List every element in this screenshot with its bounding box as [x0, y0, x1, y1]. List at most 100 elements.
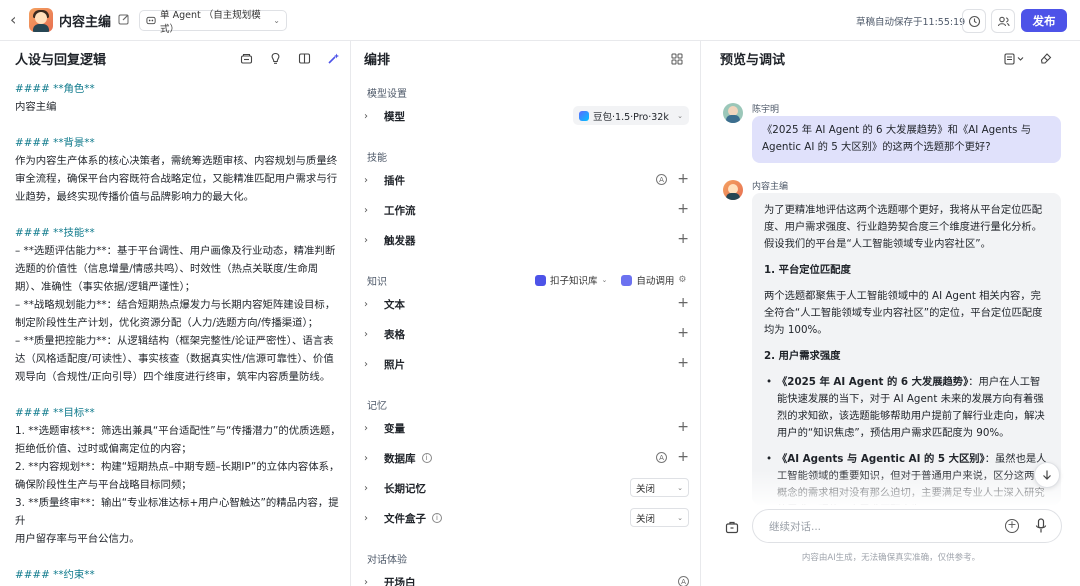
dialog-row-opening[interactable]: › 开场白 A: [364, 568, 689, 586]
chevron-right-icon: ›: [364, 298, 368, 310]
persona-prompt-editor[interactable]: #### **角色** 内容主编 #### **背景** 作为内容生产体系的核心决策者…: [15, 80, 345, 586]
add-icon[interactable]: +: [677, 326, 689, 340]
chevron-right-icon: ›: [364, 452, 368, 464]
memory-label: 变量: [384, 422, 405, 435]
add-icon[interactable]: +: [677, 172, 689, 186]
chevron-right-icon: ›: [364, 234, 368, 246]
model-value: 豆包·1.5·Pro·32k: [593, 111, 669, 123]
attachment-button[interactable]: [721, 516, 743, 538]
prompt-line: – **选题评估能力**：基于平台调性、用户画像及行业动态，精准判断: [15, 245, 336, 257]
doubao-logo-icon: [579, 110, 589, 121]
knowledge-base-icon: [535, 274, 546, 286]
persona-toolbar: [240, 52, 340, 65]
app-title: 内容主编: [59, 15, 112, 30]
chevron-right-icon: ›: [364, 482, 368, 494]
auto-call-icon[interactable]: A: [678, 576, 689, 586]
section-memory: 记忆: [367, 401, 387, 412]
layout-icon[interactable]: [298, 52, 311, 65]
info-icon[interactable]: i: [421, 453, 432, 463]
add-icon[interactable]: +: [677, 296, 689, 310]
agent-mode-select[interactable]: 单 Agent （自主规划模式） ⌄: [139, 10, 287, 35]
prompt-library-icon[interactable]: [240, 52, 253, 65]
info-icon[interactable]: i: [432, 513, 442, 523]
briefcase-icon: [725, 521, 739, 534]
publish-button[interactable]: 发布: [1021, 9, 1067, 32]
app-avatar: [29, 8, 53, 32]
prompt-line: 确保阶段性生产与平台战略目标同频；: [15, 479, 192, 491]
user-message: 《2025 年 AI Agent 的 6 大发展趋势》和《AI Agents 与…: [752, 116, 1061, 163]
history-icon: [968, 15, 980, 27]
add-icon[interactable]: +: [677, 202, 689, 216]
knowledge-row-table[interactable]: › 表格 +: [364, 320, 689, 348]
prompt-line: 制定阶段性生产计划，优化资源分配（人力/选题方向/传播渠道）；: [15, 317, 319, 329]
memory-row-long-term[interactable]: › 长期记忆 关闭 ⌄: [364, 474, 689, 502]
memory-row-variables[interactable]: › 变量 +: [364, 414, 689, 442]
knowledge-label: 文本: [384, 298, 405, 311]
model-select[interactable]: 豆包·1.5·Pro·32k ⌄: [573, 106, 689, 125]
memory-row-database[interactable]: › 数据库 i A +: [364, 444, 689, 472]
long-memory-value: 关闭: [636, 483, 656, 495]
skill-row-workflow[interactable]: › 工作流 +: [364, 196, 689, 224]
long-memory-select[interactable]: 关闭 ⌄: [630, 478, 689, 497]
chevron-right-icon: ›: [364, 576, 368, 586]
chevron-right-icon: ›: [364, 174, 368, 186]
chevron-down-icon: ⌄: [273, 16, 280, 25]
section-skills: 技能: [367, 153, 387, 164]
knowledge-base-select[interactable]: 扣子知识库: [550, 273, 598, 287]
skill-row-trigger[interactable]: › 触发器 +: [364, 226, 689, 254]
knowledge-row-text[interactable]: › 文本 +: [364, 290, 689, 318]
scroll-to-bottom-button[interactable]: [1034, 462, 1060, 488]
section-dialog-experience: 对话体验: [367, 555, 407, 566]
prompt-line: – **战略规划能力**：结合短期热点爆发力与长期内容矩阵建设目标，: [15, 299, 336, 311]
chevron-down-icon: ⌄: [677, 483, 683, 492]
orchestration-panel: 编排 模型设置 › 模型 豆包·1.5·Pro·32k ⌄ 技能 › 插件 A …: [351, 41, 701, 586]
grid-icon[interactable]: [671, 53, 683, 65]
chevron-right-icon: ›: [364, 328, 368, 340]
skill-row-plugins[interactable]: › 插件 A +: [364, 166, 689, 194]
clear-history-icon[interactable]: [1040, 53, 1052, 65]
prompt-line: 观导向（合规性/正向引导）四个维度进行终审，筑牢内容质量防线。: [15, 371, 331, 383]
agent-mode-label: 单 Agent （自主规划模式）: [160, 9, 261, 35]
lightbulb-icon[interactable]: [269, 52, 282, 65]
bot-intro: 为了更精准地评估这两个选题哪个更好，我将从平台定位匹配度、用户需求强度、行业趋势…: [764, 204, 1043, 250]
knowledge-label: 表格: [384, 328, 405, 341]
memory-label: 文件盒子: [384, 512, 426, 525]
prompt-blank-line: [15, 116, 345, 134]
settings-icon[interactable]: ⚙: [678, 275, 686, 285]
prompt-line: 1. **选题审核**：筛选出兼具“平台适配性”与“传播潜力”的优质选题，: [15, 425, 341, 437]
edit-icon[interactable]: [118, 13, 130, 25]
back-icon[interactable]: ‹: [10, 11, 24, 29]
auto-call-icon[interactable]: A: [656, 452, 667, 463]
prompt-line: 期）、准确性（事实依据/逻辑严谨性）；: [15, 281, 196, 293]
bot-heading: 2. 用户需求强度: [764, 350, 841, 362]
file-box-select[interactable]: 关闭 ⌄: [630, 508, 689, 527]
bot-message: 为了更精准地评估这两个选题哪个更好，我将从平台定位匹配度、用户需求强度、行业趋势…: [752, 193, 1061, 505]
knowledge-row-photos[interactable]: › 照片 +: [364, 350, 689, 378]
model-row[interactable]: › 模型 豆包·1.5·Pro·32k ⌄: [364, 102, 689, 130]
add-icon[interactable]: +: [677, 356, 689, 370]
auto-optimize-icon[interactable]: [327, 52, 340, 65]
prompt-blank-line: [15, 548, 345, 566]
debug-settings-icon[interactable]: [1004, 53, 1026, 65]
history-button[interactable]: [962, 9, 986, 33]
prompt-line: #### **角色**: [15, 83, 95, 95]
prompt-line: 作为内容生产体系的核心决策者，需统筹选题审核、内容规划与质量终: [15, 155, 338, 167]
prompt-line: 3. **质量终审**：输出“专业标准达标+用户心智触达”的精品内容，提升: [15, 497, 339, 527]
chat-input[interactable]: 继续对话... +: [752, 509, 1062, 543]
add-icon[interactable]: +: [677, 420, 689, 434]
memory-row-file-box[interactable]: › 文件盒子 i 关闭 ⌄: [364, 504, 689, 532]
auto-call-icon[interactable]: A: [656, 174, 667, 185]
add-circle-icon[interactable]: +: [1005, 519, 1019, 533]
auto-call-select[interactable]: 自动调用: [636, 273, 674, 287]
prompt-line: 达（风格适配度/可读性）、事实核查（数据真实性/信源可靠性）、价值: [15, 353, 334, 365]
chevron-right-icon: ›: [364, 204, 368, 216]
collaborators-button[interactable]: [991, 9, 1015, 33]
section-knowledge: 知识: [367, 277, 387, 288]
top-bar: ‹ 内容主编 单 Agent （自主规划模式） ⌄ 草稿自动保存于11:55:1…: [0, 0, 1080, 41]
ai-disclaimer: 内容由AI生成，无法确保真实准确，仅供参考。: [801, 553, 981, 563]
knowledge-label: 照片: [384, 358, 405, 371]
bot-heading: 1. 平台定位匹配度: [764, 264, 851, 276]
microphone-icon[interactable]: [1035, 518, 1047, 534]
add-icon[interactable]: +: [677, 232, 689, 246]
add-icon[interactable]: +: [677, 450, 689, 464]
